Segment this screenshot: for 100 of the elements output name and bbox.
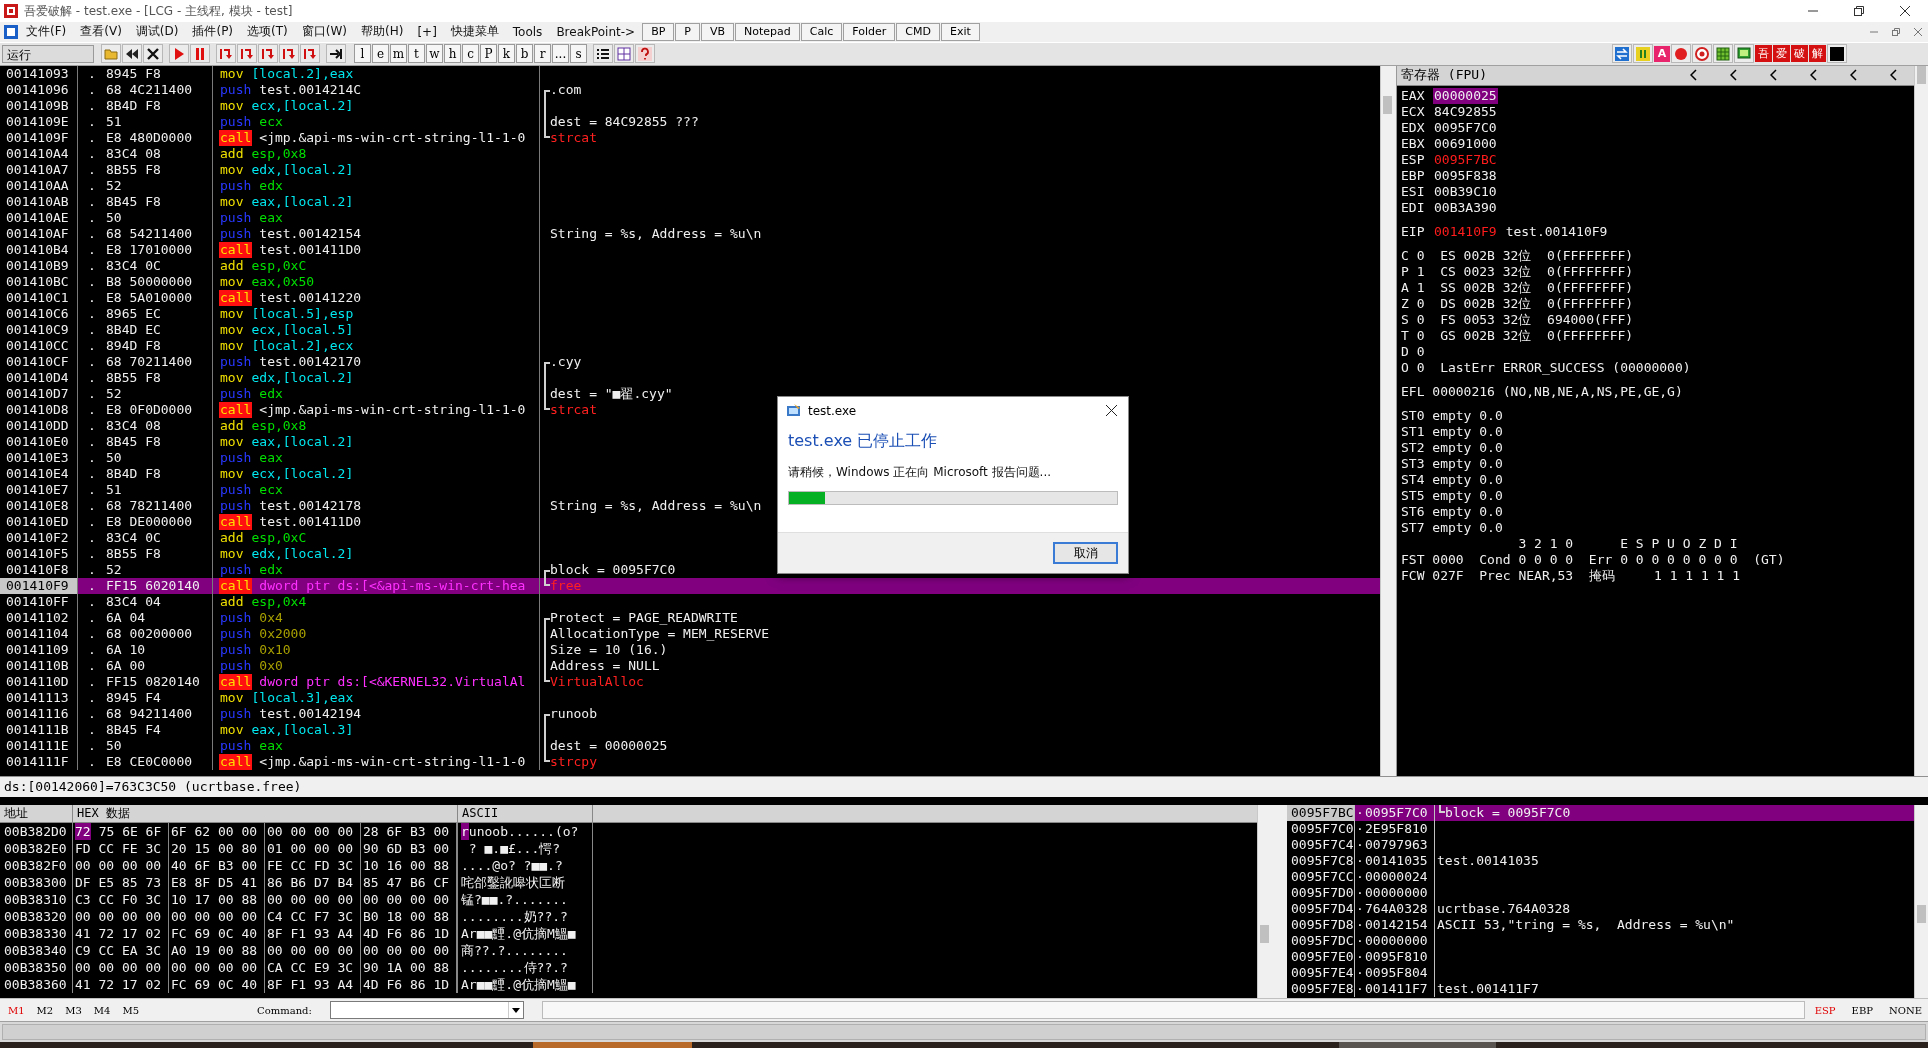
- cancel-button[interactable]: 取消: [1053, 541, 1118, 564]
- address-cell: 0014111E: [0, 737, 78, 754]
- memory-tab[interactable]: M4: [89, 1004, 115, 1016]
- memory-tab[interactable]: M1: [4, 1004, 29, 1016]
- quick-button[interactable]: VB: [701, 22, 735, 41]
- quick-button[interactable]: P: [675, 22, 700, 41]
- table-button[interactable]: [1713, 44, 1733, 64]
- menu-item[interactable]: 调试(D): [129, 23, 185, 41]
- window-button[interactable]: t: [408, 44, 425, 64]
- scrollbar[interactable]: [1914, 804, 1928, 999]
- memory-tab[interactable]: M5: [118, 1004, 144, 1016]
- window-button[interactable]: P: [480, 44, 497, 64]
- step-button[interactable]: [216, 44, 236, 64]
- column-header[interactable]: ASCII: [458, 804, 593, 822]
- quick-button[interactable]: Notepad: [735, 22, 800, 41]
- window-button[interactable]: c: [462, 44, 479, 64]
- scrollbar-thumb[interactable]: [1917, 904, 1926, 923]
- step-button[interactable]: [258, 44, 278, 64]
- column-header[interactable]: HEX 数据: [73, 804, 458, 822]
- value-text: 00797963: [1365, 836, 1428, 853]
- menu-item[interactable]: 帮助(H): [355, 23, 410, 41]
- menu-item[interactable]: 文件(F): [20, 23, 73, 41]
- window-button[interactable]: k: [498, 44, 515, 64]
- register-value[interactable]: 0095F838: [1433, 167, 1498, 184]
- address-cell: 001410BC: [0, 273, 78, 290]
- memory-tab[interactable]: M2: [32, 1004, 58, 1016]
- record-button[interactable]: [1671, 44, 1691, 64]
- register-value[interactable]: 84C92855: [1433, 103, 1498, 120]
- trace-button[interactable]: [326, 44, 346, 64]
- run-button[interactable]: [169, 44, 189, 64]
- pause-button[interactable]: [1633, 44, 1653, 64]
- quick-button[interactable]: BP: [642, 22, 675, 41]
- window-button[interactable]: l: [354, 44, 371, 64]
- target-button[interactable]: [1692, 44, 1712, 64]
- brand-button[interactable]: 破: [1791, 45, 1808, 63]
- menu-item[interactable]: 选项(T): [241, 23, 294, 41]
- step-button[interactable]: [237, 44, 257, 64]
- menu-item[interactable]: 查看(V): [74, 23, 128, 41]
- command-field[interactable]: [329, 1001, 525, 1020]
- comment-text: strcpy: [550, 753, 597, 770]
- register-value[interactable]: 0095F7BC: [1433, 151, 1498, 168]
- windows-button[interactable]: [614, 44, 634, 64]
- pane-splitter[interactable]: [0, 796, 1928, 805]
- quick-button[interactable]: CMD: [896, 22, 940, 41]
- menu-item[interactable]: [+]: [411, 24, 443, 39]
- register-value[interactable]: 00B39C10: [1433, 183, 1498, 200]
- window-button[interactable]: r: [534, 44, 551, 64]
- window-button[interactable]: s: [570, 44, 587, 64]
- scrollbar-thumb[interactable]: [1260, 924, 1269, 943]
- address-cell: 001410ED: [0, 513, 78, 530]
- step-button[interactable]: [279, 44, 299, 64]
- address-cell: 001410D7: [0, 385, 78, 402]
- opcode-text: E8 0F0D0000: [106, 401, 193, 418]
- scrollbar-thumb[interactable]: [1917, 65, 1926, 84]
- menu-item[interactable]: 窗口(W): [295, 23, 353, 41]
- quick-button[interactable]: Folder: [843, 22, 896, 41]
- menu-item[interactable]: Tools: [506, 24, 549, 39]
- screen-button[interactable]: [1734, 44, 1754, 64]
- window-button[interactable]: ...: [552, 44, 569, 64]
- window-button[interactable]: m: [390, 44, 407, 64]
- brand-button[interactable]: 吾: [1755, 45, 1772, 63]
- brand-button[interactable]: 爱: [1773, 45, 1790, 63]
- brand-button[interactable]: 解: [1809, 45, 1826, 63]
- step-button[interactable]: [300, 44, 320, 64]
- ascii-text: 锰?■■.?.......: [461, 890, 568, 908]
- stop-button[interactable]: [1827, 44, 1847, 64]
- info-line: ds:[00142060]=763C3C50 (ucrtbase.free): [3, 779, 302, 795]
- close-button[interactable]: [143, 44, 163, 64]
- menu-item[interactable]: BreakPoint->: [550, 24, 642, 39]
- quick-button[interactable]: Calc: [800, 22, 843, 41]
- column-header[interactable]: 地址: [0, 804, 73, 822]
- register-value[interactable]: 00691000: [1433, 135, 1498, 152]
- register-value[interactable]: 00B3A390: [1433, 199, 1498, 216]
- scrollbar[interactable]: [1914, 65, 1928, 776]
- menu-item[interactable]: 快捷菜单: [444, 23, 505, 41]
- window-button[interactable]: h: [444, 44, 461, 64]
- restart-button[interactable]: [122, 44, 142, 64]
- pause-button[interactable]: [190, 44, 210, 64]
- scrollbar-thumb[interactable]: [1383, 95, 1392, 114]
- list-button[interactable]: [593, 44, 613, 64]
- help-button[interactable]: [635, 44, 655, 64]
- stack-mode-button[interactable]: EBP: [1845, 1004, 1879, 1016]
- scrollbar[interactable]: [1380, 65, 1394, 776]
- ascii-text: ........侍??.?: [461, 958, 568, 976]
- window-button[interactable]: w: [426, 44, 443, 64]
- swap-button[interactable]: [1612, 44, 1632, 64]
- memory-tab[interactable]: M3: [61, 1004, 86, 1016]
- register-value[interactable]: 00000025: [1433, 87, 1498, 104]
- stack-mode-button[interactable]: ESP: [1808, 1004, 1842, 1016]
- quick-button[interactable]: Exit: [941, 22, 980, 41]
- operand-text: test.00142194: [259, 705, 362, 722]
- scrollbar[interactable]: [1257, 804, 1271, 999]
- window-button[interactable]: e: [372, 44, 389, 64]
- menu-item[interactable]: 插件(P): [186, 23, 240, 41]
- register-value[interactable]: 0095F7C0: [1433, 119, 1498, 136]
- register-value[interactable]: 001410F9: [1433, 223, 1498, 240]
- window-button[interactable]: b: [516, 44, 533, 64]
- plugin-button[interactable]: A: [1654, 45, 1670, 62]
- stack-mode-button[interactable]: NONE: [1883, 1004, 1928, 1016]
- ascii-cursor[interactable]: r: [461, 822, 469, 840]
